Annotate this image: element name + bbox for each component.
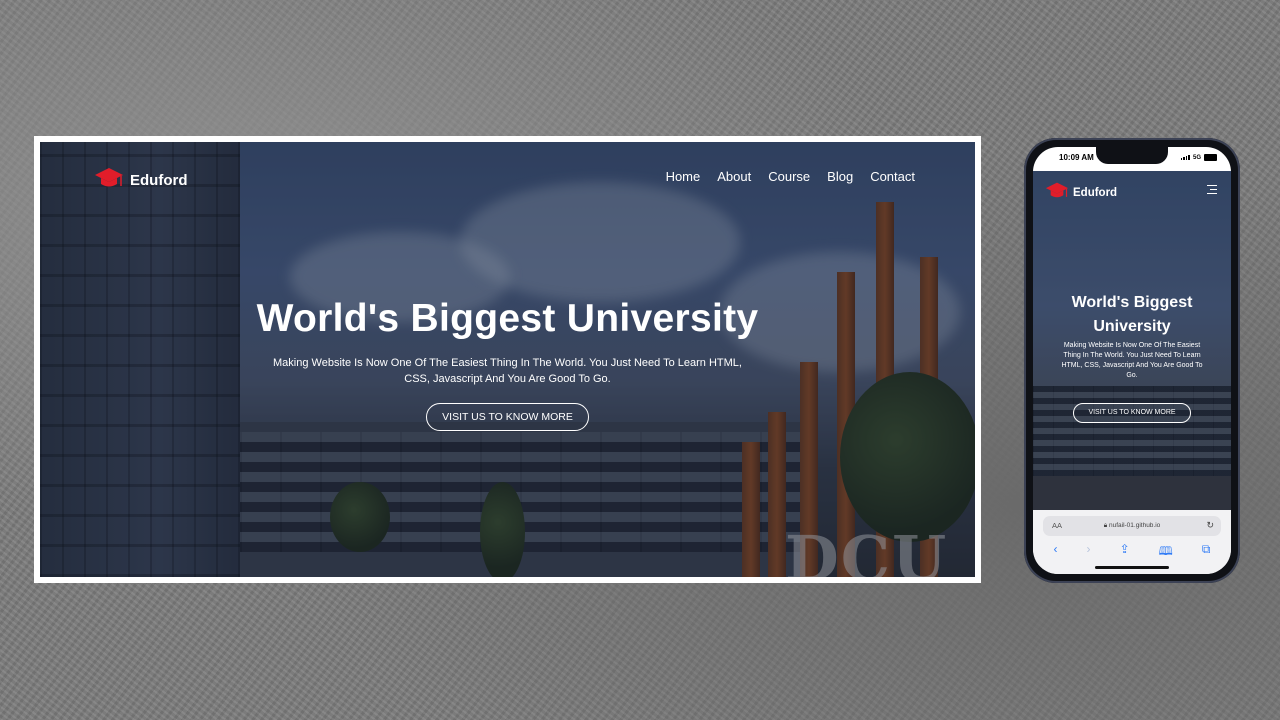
phone-hero: Eduford World's Biggest University Makin… bbox=[1033, 171, 1231, 510]
desktop-screen: DCU Eduford Home About Course Blog Conta… bbox=[40, 142, 975, 577]
reload-icon[interactable]: ↻ bbox=[1206, 520, 1214, 531]
network-label: 5G bbox=[1192, 154, 1201, 161]
signal-icon bbox=[1180, 155, 1190, 160]
phone-frame: 10:09 AM 5G Eduford World's Biggest Univ… bbox=[1024, 138, 1240, 583]
book-icon[interactable]: 🕮︎ bbox=[1159, 542, 1173, 563]
hero-text: Making Website Is Now One Of The Easiest… bbox=[273, 357, 742, 385]
nav-contact[interactable]: Contact bbox=[870, 169, 915, 184]
brand-name: Eduford bbox=[130, 172, 188, 189]
graduation-cap-icon bbox=[94, 166, 124, 195]
hamburger-icon[interactable] bbox=[1207, 185, 1217, 196]
url-text: 🔒︎ nufail-01.github.io bbox=[1103, 522, 1161, 529]
tabs-icon[interactable]: ⧉ bbox=[1202, 542, 1211, 563]
status-time: 10:09 AM bbox=[1059, 153, 1094, 162]
phone-hero-title: World's Biggest University bbox=[1071, 294, 1193, 335]
hero-title: World's Biggest University bbox=[256, 297, 759, 340]
desktop-frame: DCU Eduford Home About Course Blog Conta… bbox=[34, 136, 981, 583]
browser-bar: AA 🔒︎ nufail-01.github.io ↻ ‹ › ⇪ 🕮︎ ⧉ bbox=[1033, 510, 1231, 574]
nav-about[interactable]: About bbox=[717, 169, 751, 184]
home-indicator bbox=[1095, 566, 1169, 569]
phone-logo[interactable]: Eduford bbox=[1045, 181, 1117, 205]
chevron-left-icon[interactable]: ‹ bbox=[1054, 542, 1058, 563]
nav-home[interactable]: Home bbox=[666, 169, 701, 184]
battery-icon bbox=[1204, 154, 1217, 161]
share-icon[interactable]: ⇪ bbox=[1120, 542, 1130, 563]
phone-screen: 10:09 AM 5G Eduford World's Biggest Univ… bbox=[1033, 147, 1231, 574]
nav-course[interactable]: Course bbox=[768, 169, 810, 184]
logo[interactable]: Eduford bbox=[94, 166, 188, 195]
site-header: Eduford Home About Course Blog Contact bbox=[40, 142, 975, 214]
graduation-cap-icon bbox=[1045, 181, 1069, 205]
main-nav: Home About Course Blog Contact bbox=[666, 169, 915, 184]
url-value: nufail-01.github.io bbox=[1108, 522, 1161, 529]
browser-toolbar: ‹ › ⇪ 🕮︎ ⧉ bbox=[1033, 542, 1231, 563]
address-bar[interactable]: AA 🔒︎ nufail-01.github.io ↻ bbox=[1043, 516, 1221, 536]
phone-notch bbox=[1096, 147, 1168, 164]
nav-blog[interactable]: Blog bbox=[827, 169, 853, 184]
chevron-right-icon[interactable]: › bbox=[1087, 542, 1091, 563]
phone-hero-text: Making Website Is Now One Of The Easiest… bbox=[1061, 342, 1203, 379]
hero: World's Biggest University Making Websit… bbox=[40, 297, 975, 431]
visit-us-button[interactable]: VISIT US TO KNOW MORE bbox=[426, 403, 589, 431]
phone-brand-name: Eduford bbox=[1073, 187, 1118, 199]
status-icons: 5G bbox=[1180, 154, 1217, 161]
phone-visit-us-button[interactable]: VISIT US TO KNOW MORE bbox=[1073, 403, 1191, 423]
